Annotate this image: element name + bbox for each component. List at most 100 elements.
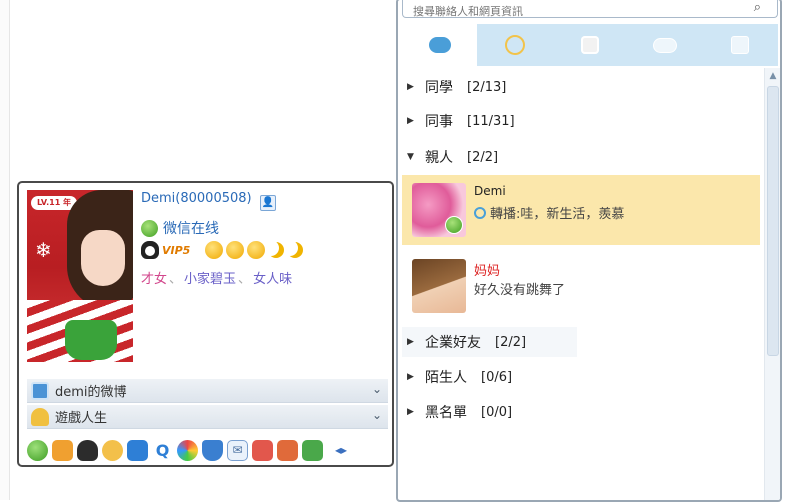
- group-count: [11/31]: [467, 113, 515, 129]
- status-text: 微信在线: [163, 221, 219, 237]
- panel-tabs: [402, 24, 778, 66]
- tag[interactable]: 女人味: [253, 268, 292, 287]
- snowflake-icon: ❄: [35, 238, 52, 262]
- chevron-down-icon[interactable]: ⌄: [372, 408, 382, 422]
- chevron-down-icon[interactable]: ⌄: [372, 382, 382, 396]
- qzone-icon: [504, 35, 525, 55]
- qzone-icon[interactable]: [102, 439, 123, 461]
- profile-name-line[interactable]: Demi(80000508) 👤: [141, 191, 276, 211]
- group-icon: [581, 36, 599, 54]
- search-box[interactable]: ⌕: [402, 0, 778, 20]
- online-status: 微信在线: [141, 218, 219, 238]
- profile-card-icon[interactable]: 👤: [259, 195, 276, 211]
- tag[interactable]: 才女: [141, 268, 167, 287]
- contact-name: Demi: [474, 184, 506, 198]
- contact-item[interactable]: 妈妈 好久没有跳舞了: [402, 251, 760, 321]
- qzone-icon: [474, 206, 486, 219]
- contact-signature: 轉播:哇，新生活，羨慕: [474, 203, 624, 222]
- expand-arrow-icon: ▶: [407, 82, 414, 92]
- weibo-icon: [31, 381, 49, 400]
- profile-qq-number: (80000508): [175, 191, 252, 206]
- game-row[interactable]: 遊戲人生 ⌄: [27, 405, 388, 429]
- profile-avatar[interactable]: LV.11 年 ❄: [27, 190, 133, 362]
- gift-icon[interactable]: [277, 439, 298, 461]
- group-count: [2/2]: [467, 149, 499, 165]
- tab-group[interactable]: [552, 24, 627, 66]
- level-row: VIP5: [141, 241, 303, 259]
- profile-tags: 才女 、 小家碧玉 、 女人味: [141, 268, 292, 287]
- scrollbar[interactable]: ▲: [764, 68, 780, 500]
- sun-level-icon: [247, 241, 266, 259]
- group-header[interactable]: ▶ 同事 [11/31]: [402, 106, 762, 136]
- group-header[interactable]: ▶ 陌生人 [0/6]: [402, 362, 762, 392]
- contact-avatar[interactable]: [412, 259, 466, 313]
- profile-card: LV.11 年 ❄ Demi(80000508) 👤 微信在线 VIP5 才女 …: [17, 181, 394, 467]
- qq-icon[interactable]: Q: [152, 440, 173, 461]
- wechat-online-icon: [141, 219, 158, 237]
- contact-signature: 好久没有跳舞了: [474, 279, 565, 298]
- group-header[interactable]: ▼ 親人 [2/2]: [402, 142, 762, 172]
- group-header[interactable]: ▶ 黑名單 [0/0]: [402, 397, 762, 427]
- recent-icon: [731, 36, 750, 54]
- expand-arrow-icon: ▶: [407, 407, 414, 417]
- service-icons-bar: Q ✉ ◂▸: [27, 437, 388, 463]
- expand-arrow-icon: ▶: [407, 372, 414, 382]
- contact-avatar[interactable]: [412, 183, 466, 237]
- signature-text: 轉播:哇，新生活，羨慕: [490, 207, 625, 222]
- tab-qzone[interactable]: [477, 24, 552, 66]
- profile-name: Demi: [141, 191, 176, 206]
- contact-item[interactable]: Demi 轉播:哇，新生活，羨慕: [402, 175, 760, 245]
- shield-icon[interactable]: [202, 439, 223, 461]
- search-icon[interactable]: ⌕: [754, 0, 761, 15]
- penguin-icon: [141, 241, 159, 259]
- game-label: 遊戲人生: [55, 411, 108, 426]
- moon-level-icon: [268, 242, 284, 258]
- contact-list: ▶ 同學 [2/13] ▶ 同事 [11/31] ▼ 親人 [2/2] Demi…: [402, 68, 762, 500]
- sun-level-icon: [205, 241, 224, 259]
- tab-chat[interactable]: [402, 24, 478, 66]
- group-name: 陌生人: [425, 370, 467, 386]
- scroll-arrows-icon[interactable]: ◂▸: [327, 440, 355, 461]
- chat-bubble-icon[interactable]: [302, 439, 323, 461]
- weibo-label: demi的微博: [55, 385, 127, 400]
- wechat-icon[interactable]: [27, 439, 48, 461]
- group-name: 黑名單: [425, 405, 467, 421]
- tag[interactable]: 小家碧玉: [184, 268, 236, 287]
- group-count: [2/2]: [495, 334, 527, 350]
- window-edge: [0, 0, 10, 500]
- qq-mail-icon[interactable]: [127, 439, 148, 461]
- group-name: 同學: [425, 80, 453, 96]
- collapse-arrow-icon: ▼: [407, 152, 414, 162]
- weibo-row[interactable]: demi的微博 ⌄: [27, 379, 388, 403]
- search-input[interactable]: [413, 3, 743, 20]
- scroll-thumb[interactable]: [767, 86, 779, 356]
- chat-bubble-icon: [428, 37, 451, 53]
- mail-icon[interactable]: ✉: [227, 439, 248, 461]
- group-count: [0/6]: [481, 369, 513, 385]
- heart-icon[interactable]: [252, 439, 273, 461]
- tab-discussion[interactable]: [628, 24, 703, 66]
- expand-arrow-icon: ▶: [407, 116, 414, 126]
- group-count: [2/13]: [467, 79, 507, 95]
- group-header[interactable]: ▶ 企業好友 [2/2]: [402, 327, 577, 357]
- vip-badge[interactable]: VIP5: [162, 244, 190, 257]
- group-count: [0/0]: [481, 404, 513, 420]
- group-header[interactable]: ▶ 同學 [2/13]: [402, 72, 762, 102]
- contact-name: 妈妈: [474, 264, 501, 279]
- scroll-up-icon[interactable]: ▲: [765, 68, 780, 84]
- discussion-icon: [653, 37, 678, 53]
- group-name: 同事: [425, 114, 453, 130]
- moon-level-icon: [287, 242, 303, 258]
- mobile-qq-icon[interactable]: [52, 439, 73, 461]
- online-icon: [445, 216, 463, 234]
- signature-text: 好久没有跳舞了: [474, 283, 566, 298]
- color-wheel-icon[interactable]: [177, 439, 198, 461]
- tab-recent[interactable]: [703, 24, 778, 66]
- group-name: 企業好友: [425, 335, 481, 351]
- reindeer-icon: [65, 320, 117, 360]
- expand-arrow-icon: ▶: [407, 337, 414, 347]
- sun-level-icon: [226, 241, 245, 259]
- penguin-icon[interactable]: [77, 439, 98, 461]
- game-icon: [31, 407, 49, 426]
- group-name: 親人: [425, 150, 453, 166]
